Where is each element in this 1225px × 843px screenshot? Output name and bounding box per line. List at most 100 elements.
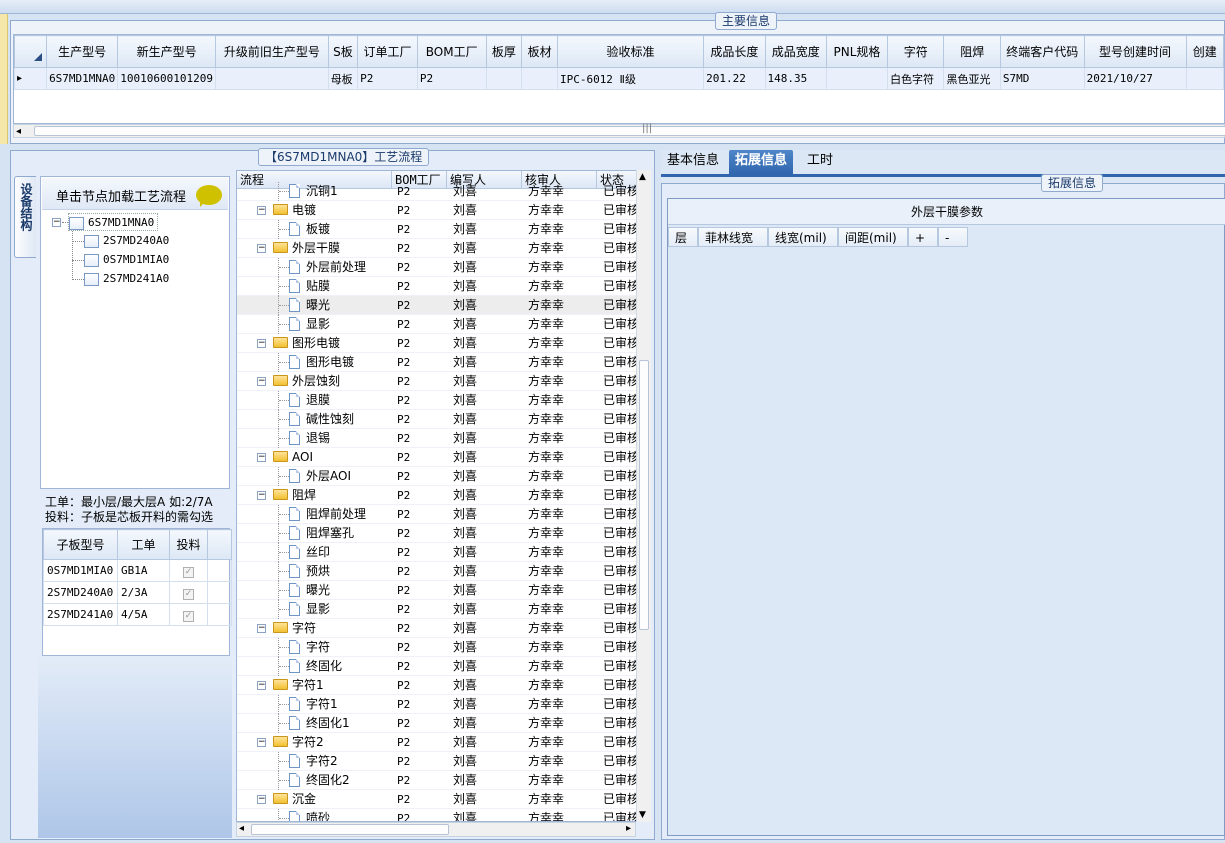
process-group-row[interactable]: − AOI P2 刘喜 方幸幸 已审核 bbox=[237, 448, 637, 467]
process-step-row[interactable]: 碱性蚀刻 P2 刘喜 方幸幸 已审核 bbox=[237, 410, 637, 429]
collapse-toggle[interactable]: − bbox=[257, 491, 266, 500]
sub-board-order[interactable]: 2/3A bbox=[117, 581, 170, 604]
process-step-row[interactable]: 外层前处理 P2 刘喜 方幸幸 已审核 bbox=[237, 258, 637, 277]
col-header[interactable]: PNL规格 bbox=[825, 35, 889, 68]
process-group-row[interactable]: − 外层干膜 P2 刘喜 方幸幸 已审核 bbox=[237, 239, 637, 258]
process-step-row[interactable]: 阻焊前处理 P2 刘喜 方幸幸 已审核 bbox=[237, 505, 637, 524]
col-header[interactable]: 工单 bbox=[117, 529, 170, 560]
grid-corner[interactable] bbox=[14, 35, 48, 68]
col-header[interactable]: 阻焊 bbox=[943, 35, 1001, 68]
col-header[interactable]: S板 bbox=[327, 35, 359, 68]
process-step-row[interactable]: 预烘 P2 刘喜 方幸幸 已审核 bbox=[237, 562, 637, 581]
grid-cell[interactable]: IPC-6012 Ⅱ级 bbox=[556, 67, 705, 90]
grid-cell[interactable]: 148.35 bbox=[764, 67, 827, 90]
process-step-row[interactable]: 外层AOI P2 刘喜 方幸幸 已审核 bbox=[237, 467, 637, 486]
col-header[interactable]: 菲林线宽 bbox=[698, 227, 768, 247]
process-group-row[interactable]: − 图形电镀 P2 刘喜 方幸幸 已审核 bbox=[237, 334, 637, 353]
process-vscrollbar[interactable]: ▲ ▼ bbox=[636, 170, 651, 822]
process-group-row[interactable]: − 字符2 P2 刘喜 方幸幸 已审核 bbox=[237, 733, 637, 752]
main-grid-hscrollbar[interactable]: ◂ ||| bbox=[13, 123, 1225, 138]
process-step-row[interactable]: 字符2 P2 刘喜 方幸幸 已审核 bbox=[237, 752, 637, 771]
process-step-row[interactable]: 字符 P2 刘喜 方幸幸 已审核 bbox=[237, 638, 637, 657]
process-step-row[interactable]: 显影 P2 刘喜 方幸幸 已审核 bbox=[237, 315, 637, 334]
add-row-button[interactable]: + bbox=[908, 227, 938, 247]
tree-collapse-toggle[interactable]: − bbox=[52, 218, 61, 227]
grid-cell[interactable]: P2 bbox=[416, 67, 487, 90]
scroll-up-icon[interactable]: ▲ bbox=[639, 172, 646, 182]
grid-cell[interactable]: 白色字符 bbox=[887, 67, 945, 90]
grid-cell[interactable]: 母板 bbox=[327, 67, 359, 90]
col-header[interactable]: 间距(mil) bbox=[838, 227, 908, 247]
tab-basic-info[interactable]: 基本信息 bbox=[661, 150, 725, 174]
grid-cell[interactable] bbox=[825, 67, 889, 90]
process-step-row[interactable]: 显影 P2 刘喜 方幸幸 已审核 bbox=[237, 600, 637, 619]
process-group-row[interactable]: − 字符 P2 刘喜 方幸幸 已审核 bbox=[237, 619, 637, 638]
process-group-row[interactable]: − 阻焊 P2 刘喜 方幸幸 已审核 bbox=[237, 486, 637, 505]
table-row[interactable]: 0S7MD1MIA0 GB1A ✓ bbox=[43, 559, 232, 582]
process-step-row[interactable]: 沉铜1 P2 刘喜 方幸幸 已审核 bbox=[237, 182, 637, 201]
feed-checkbox-cell[interactable]: ✓ bbox=[169, 603, 208, 626]
process-step-row[interactable]: 终固化 P2 刘喜 方幸幸 已审核 bbox=[237, 657, 637, 676]
process-step-row[interactable]: 贴膜 P2 刘喜 方幸幸 已审核 bbox=[237, 277, 637, 296]
collapse-toggle[interactable]: − bbox=[257, 738, 266, 747]
process-step-row[interactable]: 曝光 P2 刘喜 方幸幸 已审核 bbox=[237, 581, 637, 600]
col-header[interactable]: 升级前旧生产型号 bbox=[215, 35, 329, 68]
process-group-row[interactable]: − 沉金 P2 刘喜 方幸幸 已审核 bbox=[237, 790, 637, 809]
col-header[interactable]: 终端客户代码 bbox=[999, 35, 1085, 68]
grid-cell[interactable]: 2021/10/27 bbox=[1083, 67, 1187, 90]
grid-cell[interactable] bbox=[1185, 67, 1224, 90]
tree-node-child[interactable]: 2S7MD241A0 bbox=[84, 270, 169, 288]
grid-cell[interactable] bbox=[521, 67, 558, 90]
collapse-toggle[interactable]: − bbox=[257, 339, 266, 348]
process-step-row[interactable]: 板镀 P2 刘喜 方幸幸 已审核 bbox=[237, 220, 637, 239]
col-header[interactable]: 创建 bbox=[1185, 35, 1224, 68]
feed-checkbox-cell[interactable]: ✓ bbox=[169, 581, 208, 604]
col-header[interactable]: 新生产型号 bbox=[117, 35, 217, 68]
col-header[interactable]: 板厚 bbox=[485, 35, 523, 68]
grid-cell[interactable] bbox=[215, 67, 329, 90]
col-header[interactable]: 层 bbox=[668, 227, 698, 247]
col-header[interactable]: 订单工厂 bbox=[357, 35, 418, 68]
process-group-row[interactable]: − 电镀 P2 刘喜 方幸幸 已审核 bbox=[237, 201, 637, 220]
process-tree-grid[interactable]: 流程 BOM工厂 编写人 核审人 状态 沉铜1 P2 刘喜 方幸幸 已审核 − 电镀 P2 刘喜… bbox=[236, 170, 651, 822]
process-hscrollbar[interactable]: ◂ ▸ bbox=[236, 822, 636, 837]
scroll-down-icon[interactable]: ▼ bbox=[639, 810, 646, 820]
feed-checkbox-cell[interactable]: ✓ bbox=[169, 559, 208, 582]
remove-row-button[interactable]: - bbox=[938, 227, 968, 247]
tree-node-child[interactable]: 2S7MD240A0 bbox=[84, 232, 169, 250]
col-header[interactable]: 型号创建时间 bbox=[1083, 35, 1187, 68]
col-header[interactable]: BOM工厂 bbox=[416, 35, 487, 68]
grid-cell[interactable] bbox=[485, 67, 523, 90]
feed-checkbox[interactable]: ✓ bbox=[183, 588, 194, 600]
grid-cell[interactable]: 6S7MD1MNA0 bbox=[46, 67, 119, 90]
grid-cell[interactable]: 黑色亚光 bbox=[943, 67, 1001, 90]
process-step-row[interactable]: 图形电镀 P2 刘喜 方幸幸 已审核 bbox=[237, 353, 637, 372]
grid-cell[interactable]: 10010600101209 bbox=[117, 67, 217, 90]
process-group-row[interactable]: − 字符1 P2 刘喜 方幸幸 已审核 bbox=[237, 676, 637, 695]
sub-board-order[interactable]: GB1A bbox=[117, 559, 170, 582]
process-group-row[interactable]: − 外层蚀刻 P2 刘喜 方幸幸 已审核 bbox=[237, 372, 637, 391]
tab-work-hours[interactable]: 工时 bbox=[801, 150, 839, 174]
collapse-toggle[interactable]: − bbox=[257, 624, 266, 633]
collapse-toggle[interactable]: − bbox=[257, 244, 266, 253]
collapse-toggle[interactable]: − bbox=[257, 453, 266, 462]
process-step-row[interactable]: 喷砂 P2 刘喜 方幸幸 已审核 bbox=[237, 809, 637, 821]
scroll-right-icon[interactable]: ▸ bbox=[626, 823, 631, 834]
feed-checkbox[interactable]: ✓ bbox=[183, 610, 194, 622]
speech-bubble-icon[interactable] bbox=[196, 185, 222, 207]
table-row[interactable]: 2S7MD241A0 4/5A ✓ bbox=[43, 603, 232, 626]
grid-cell[interactable]: S7MD bbox=[999, 67, 1085, 90]
col-header[interactable]: 线宽(mil) bbox=[768, 227, 838, 247]
col-header[interactable]: 成品长度 bbox=[703, 35, 766, 68]
collapse-toggle[interactable]: − bbox=[257, 795, 266, 804]
col-header[interactable]: 投料 bbox=[169, 529, 208, 560]
process-step-row[interactable]: 终固化2 P2 刘喜 方幸幸 已审核 bbox=[237, 771, 637, 790]
col-header[interactable]: 字符 bbox=[887, 35, 945, 68]
grid-cell[interactable]: P2 bbox=[357, 67, 418, 90]
process-step-row[interactable]: 阻焊塞孔 P2 刘喜 方幸幸 已审核 bbox=[237, 524, 637, 543]
process-step-row[interactable]: 终固化1 P2 刘喜 方幸幸 已审核 bbox=[237, 714, 637, 733]
process-step-row[interactable]: 丝印 P2 刘喜 方幸幸 已审核 bbox=[237, 543, 637, 562]
col-header[interactable]: 成品宽度 bbox=[764, 35, 827, 68]
process-step-row[interactable]: 字符1 P2 刘喜 方幸幸 已审核 bbox=[237, 695, 637, 714]
feed-checkbox[interactable]: ✓ bbox=[183, 566, 194, 578]
